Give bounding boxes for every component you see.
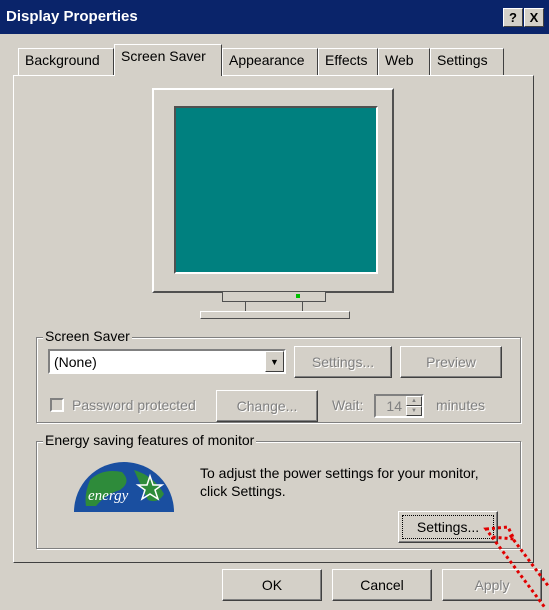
minutes-label: minutes <box>436 397 486 413</box>
password-protected-checkbox[interactable] <box>50 398 64 412</box>
screen-saver-group-label: Screen Saver <box>43 328 132 344</box>
window-title: Display Properties <box>6 8 138 25</box>
energy-note: To adjust the power settings for your mo… <box>200 465 479 499</box>
energy-star-logo: energy <box>74 462 174 512</box>
tab-settings[interactable]: Settings <box>430 48 504 75</box>
preview-button[interactable]: Preview <box>400 346 502 378</box>
spin-up-icon[interactable]: ▲ <box>406 396 422 406</box>
password-protected-label: Password protected <box>72 397 196 413</box>
display-properties-window: Display Properties ? X Background Screen… <box>0 0 549 610</box>
energy-logo-text: energy <box>88 488 129 504</box>
change-password-button[interactable]: Change... <box>216 390 318 422</box>
wait-label: Wait: <box>332 397 364 413</box>
wait-minutes-spinner[interactable]: 14 ▲ ▼ <box>374 394 424 418</box>
power-led-icon <box>296 294 300 298</box>
monitor-chin <box>222 292 326 302</box>
spin-down-icon[interactable]: ▼ <box>406 406 422 416</box>
monitor-base <box>200 311 350 319</box>
tab-effects[interactable]: Effects <box>318 48 378 75</box>
red-dotted-annotation-icon <box>483 525 549 610</box>
tab-appearance[interactable]: Appearance <box>222 48 318 75</box>
screen-saver-selected: (None) <box>54 354 97 370</box>
screen-saver-settings-button[interactable]: Settings... <box>294 346 392 378</box>
energy-group-label: Energy saving features of monitor <box>43 432 257 448</box>
ok-button[interactable]: OK <box>222 569 322 601</box>
close-button[interactable]: X <box>524 8 544 27</box>
monitor-preview <box>152 88 394 293</box>
title-bar: Display Properties ? X <box>0 0 549 34</box>
wait-minutes-value: 14 <box>386 398 402 414</box>
tab-web[interactable]: Web <box>378 48 430 75</box>
dropdown-arrow-icon[interactable]: ▼ <box>265 351 284 372</box>
cancel-button[interactable]: Cancel <box>332 569 432 601</box>
tab-background[interactable]: Background <box>18 48 114 75</box>
monitor-screen <box>174 106 378 274</box>
help-button[interactable]: ? <box>503 8 523 27</box>
screen-saver-select[interactable]: (None) ▼ <box>48 349 286 374</box>
tab-screen-saver[interactable]: Screen Saver <box>114 44 222 76</box>
